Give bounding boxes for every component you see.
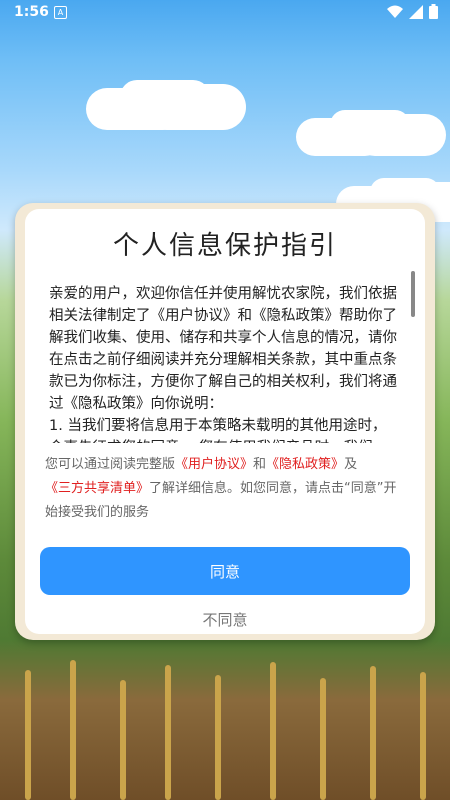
notice-text: 您可以通过阅读完整版 (45, 457, 176, 472)
cloud (370, 178, 440, 206)
disagree-button[interactable]: 不同意 (25, 609, 425, 630)
agree-button[interactable]: 同意 (40, 547, 410, 595)
scrollbar[interactable] (411, 271, 415, 317)
dialog-title: 个人信息保护指引 (112, 231, 337, 261)
policy-paragraph: 亲爱的用户，欢迎你信任并使用解忧农家院，我们依据相关法律制定了《用户协议》和《隐… (49, 286, 397, 412)
consent-notice: 您可以通过阅读完整版《用户协议》和《隐私政策》及 《三方共享清单》了解详细信息。如… (45, 453, 405, 525)
notification-a-icon: A (54, 6, 67, 19)
wifi-icon (387, 5, 403, 18)
status-bar: 1:56 A (0, 0, 450, 24)
user-agreement-link[interactable]: 《用户协议》 (175, 457, 253, 472)
status-time: 1:56 (14, 4, 49, 20)
battery-icon (429, 4, 438, 19)
signal-icon (409, 4, 423, 19)
cloud (120, 80, 210, 114)
privacy-policy-link[interactable]: 《隐私政策》 (266, 457, 344, 472)
cloud (330, 110, 410, 140)
notice-text: 及 (344, 457, 358, 472)
policy-scroll-area[interactable]: 亲爱的用户，欢迎你信任并使用解忧农家院，我们依据相关法律制定了《用户协议》和《隐… (49, 283, 399, 443)
dialog-panel: 个人信息保护指引 亲爱的用户，欢迎你信任并使用解忧农家院，我们依据相关法律制定了… (25, 209, 425, 634)
wheat-field (0, 650, 450, 800)
notice-text: 和 (253, 457, 267, 472)
policy-paragraph: 1. 当我们要将信息用于本策略未载明的其他用途时，会事先征求您的同意。 您在使用… (49, 418, 387, 443)
status-icons (387, 4, 438, 19)
third-party-list-link[interactable]: 《三方共享清单》 (45, 481, 149, 496)
privacy-dialog: 个人信息保护指引 亲爱的用户，欢迎你信任并使用解忧农家院，我们依据相关法律制定了… (15, 203, 435, 640)
